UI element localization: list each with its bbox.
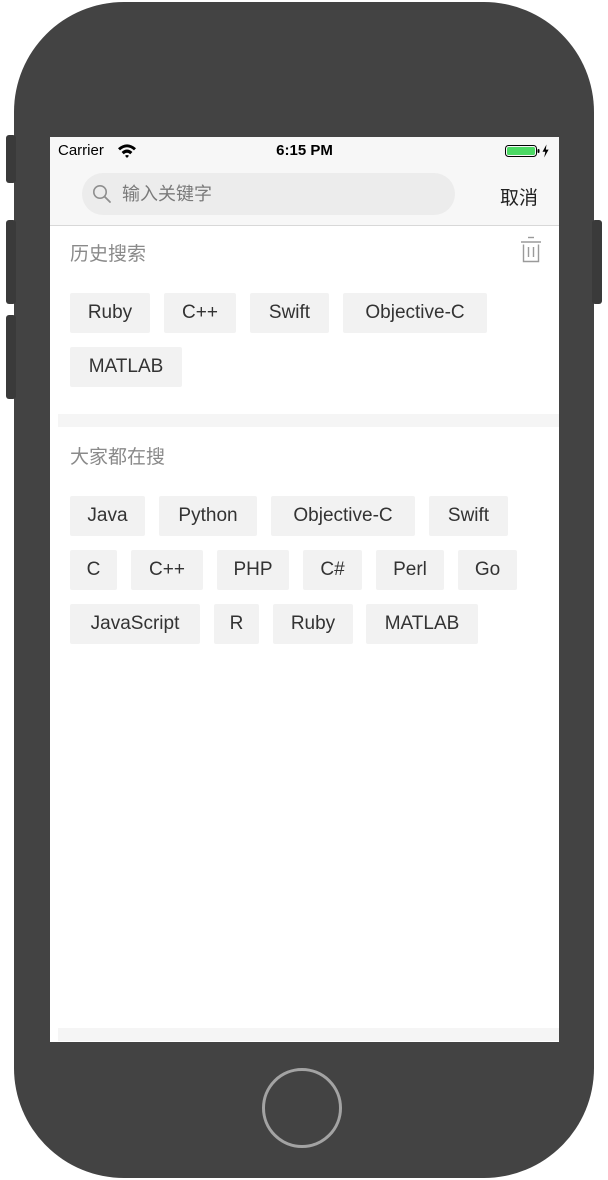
popular-tag[interactable]: C# — [303, 550, 362, 590]
search-header: 取消 — [50, 163, 559, 226]
popular-section-title: 大家都在搜 — [70, 446, 166, 468]
screen: Carrier 6:15 PM 取消 历史搜索 — [50, 137, 559, 1042]
trash-icon[interactable] — [519, 236, 543, 264]
silent-switch — [6, 135, 16, 183]
popular-tag[interactable]: Python — [159, 496, 257, 536]
history-tag[interactable]: Ruby — [70, 293, 150, 333]
clock: 6:15 PM — [276, 142, 333, 159]
popular-tag[interactable]: JavaScript — [70, 604, 200, 644]
popular-tag[interactable]: Objective-C — [271, 496, 415, 536]
popular-tag[interactable]: PHP — [217, 550, 289, 590]
popular-tag[interactable]: Swift — [429, 496, 508, 536]
history-tag[interactable]: Swift — [250, 293, 329, 333]
popular-tag[interactable]: C++ — [131, 550, 203, 590]
popular-tag[interactable]: Ruby — [273, 604, 353, 644]
history-tag[interactable]: MATLAB — [70, 347, 182, 387]
popular-tag[interactable]: MATLAB — [366, 604, 478, 644]
power-button — [592, 220, 602, 304]
popular-tag[interactable]: Java — [70, 496, 145, 536]
popular-tag[interactable]: Go — [458, 550, 517, 590]
section-divider — [58, 1028, 559, 1041]
history-tag[interactable]: C++ — [164, 293, 236, 333]
history-section-title: 历史搜索 — [70, 243, 147, 265]
cancel-button[interactable]: 取消 — [500, 183, 538, 210]
history-tag[interactable]: Objective-C — [343, 293, 487, 333]
status-bar: Carrier 6:15 PM — [50, 137, 559, 163]
battery-charging-icon — [505, 144, 549, 158]
section-divider — [58, 414, 559, 427]
popular-tag[interactable]: R — [214, 604, 259, 644]
popular-tag[interactable]: C — [70, 550, 117, 590]
volume-up-button — [6, 220, 16, 304]
popular-tag[interactable]: Perl — [376, 550, 444, 590]
search-icon — [93, 185, 111, 203]
search-input[interactable] — [122, 173, 442, 215]
search-box[interactable] — [82, 173, 455, 215]
home-button[interactable] — [262, 1068, 342, 1148]
volume-down-button — [6, 315, 16, 399]
